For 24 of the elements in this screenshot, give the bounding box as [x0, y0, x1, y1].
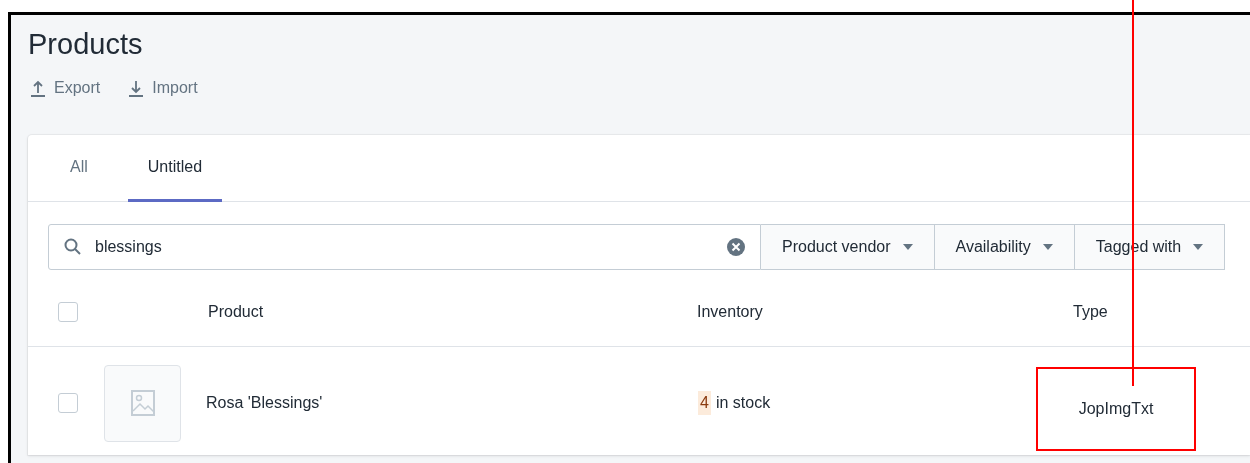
image-icon	[130, 390, 155, 416]
stock-count: 4	[698, 391, 711, 415]
search-icon	[63, 237, 83, 257]
caret-icon	[1042, 244, 1053, 250]
export-button[interactable]: Export	[28, 76, 101, 100]
caret-icon	[1193, 244, 1204, 250]
tab[interactable]: Untitled	[127, 135, 223, 202]
clear-icon[interactable]	[726, 237, 746, 257]
column-header: Inventory	[697, 301, 764, 322]
caret-icon	[902, 244, 913, 250]
column-header: Product	[208, 301, 265, 322]
page-title: Products	[28, 27, 143, 62]
stock-label: in stock	[715, 393, 771, 413]
product-name[interactable]: Rosa 'Blessings'	[206, 391, 698, 415]
upload-icon	[28, 78, 48, 98]
filter-dropdown[interactable]: Product vendor	[761, 224, 935, 270]
column-header: Type	[1073, 301, 1108, 322]
filter-dropdown[interactable]: Availability	[934, 224, 1075, 270]
checkbox[interactable]	[58, 393, 78, 413]
search-field[interactable]: blessings	[48, 224, 761, 270]
product-type: JopImgTxt	[1078, 399, 1154, 419]
import-button[interactable]: Import	[126, 76, 198, 100]
checkbox[interactable]	[58, 301, 78, 322]
tab[interactable]: All	[50, 135, 108, 202]
